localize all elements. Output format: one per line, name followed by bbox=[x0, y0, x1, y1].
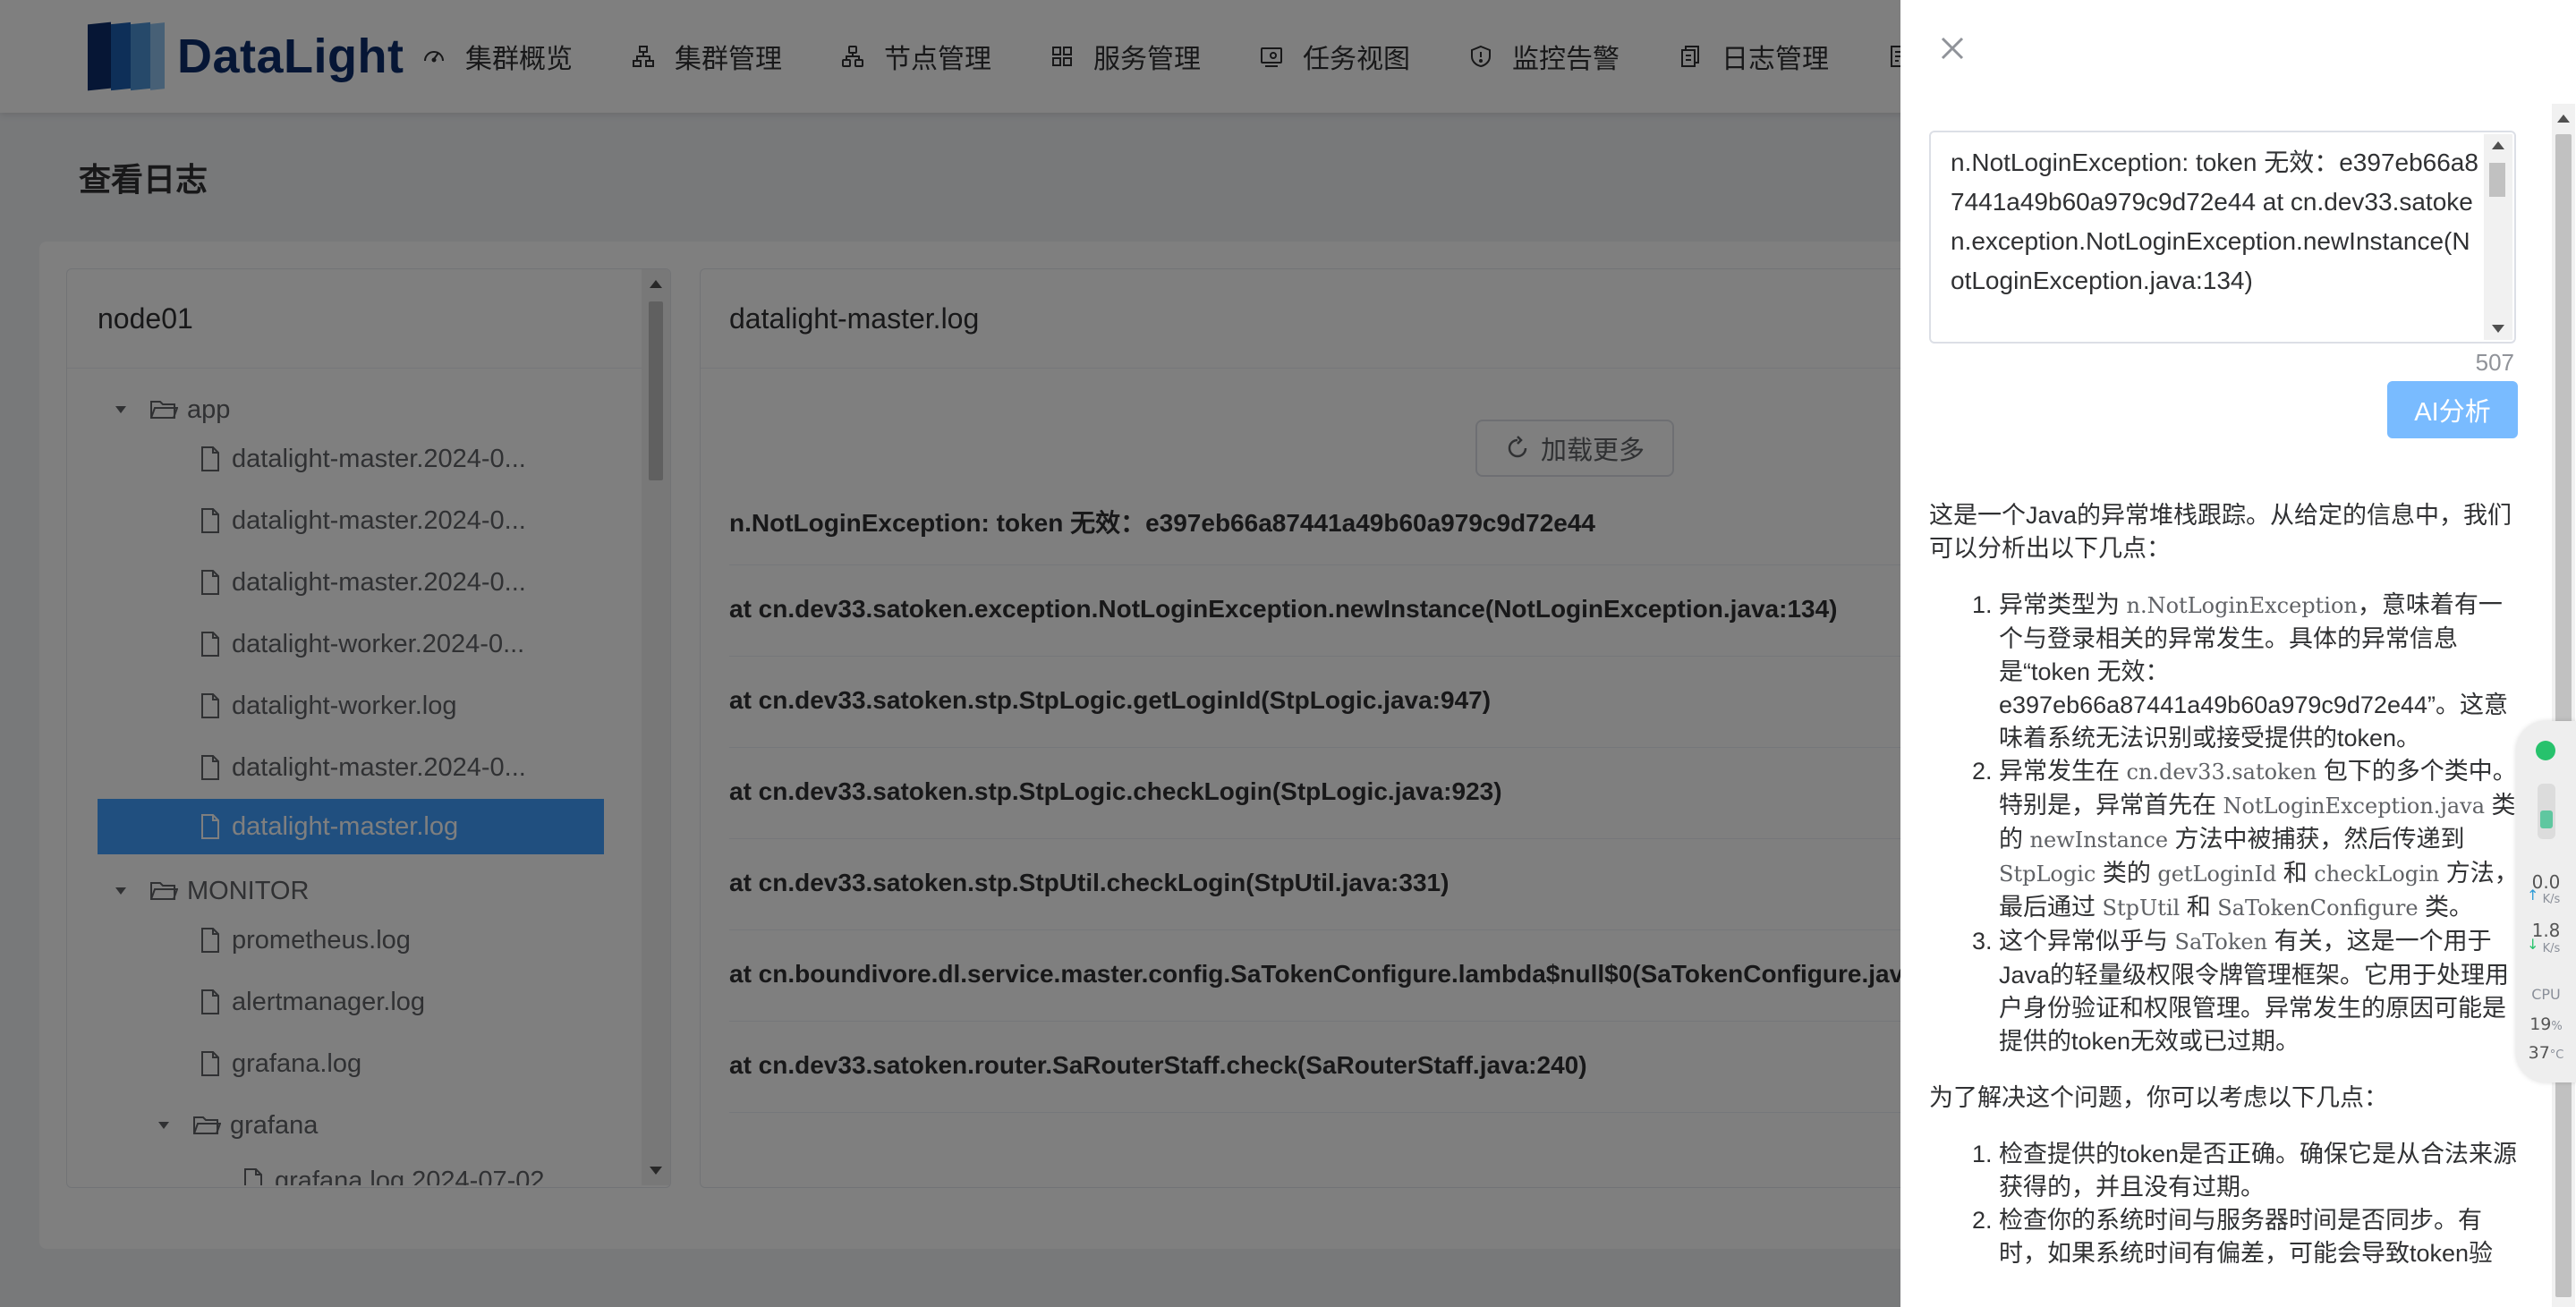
inline-code: newInstance bbox=[2029, 827, 2169, 853]
inline-code: SaToken bbox=[2174, 929, 2268, 955]
inline-code: checkLogin bbox=[2314, 861, 2440, 887]
inline-code: cn.dev33.satoken bbox=[2126, 760, 2317, 785]
upload-unit: K/s bbox=[2542, 893, 2561, 906]
inline-code: StpLogic bbox=[1999, 861, 2096, 887]
cpu-label: CPU bbox=[2531, 986, 2561, 1003]
textarea-scrollbar[interactable] bbox=[2484, 134, 2512, 340]
temp-unit: °C bbox=[2549, 1048, 2564, 1062]
upload-speed: 0.0 bbox=[2531, 871, 2561, 893]
modal-overlay[interactable] bbox=[0, 0, 1900, 1307]
log-input-textarea[interactable]: n.NotLoginException: token 无效：e397eb66a8… bbox=[1929, 131, 2516, 344]
inline-code: n.NotLoginException bbox=[2126, 593, 2358, 618]
cpu-value-number: 19 bbox=[2529, 1014, 2552, 1034]
solution-item: 检查你的系统时间与服务器时间是否同步。有时，如果系统时间有偏差，可能会导致tok… bbox=[1999, 1204, 2520, 1270]
answer-points: 异常类型为 n.NotLoginException，意味着有一个与登录相关的异常… bbox=[1929, 589, 2520, 1058]
textarea-value: n.NotLoginException: token 无效：e397eb66a8… bbox=[1951, 149, 2478, 294]
inline-code: StpUtil bbox=[2102, 895, 2181, 921]
answer-solution-intro: 为了解决这个问题，你可以考虑以下几点： bbox=[1929, 1084, 2388, 1111]
memory-bar-icon bbox=[2538, 784, 2555, 839]
char-count: 507 bbox=[2475, 349, 2514, 376]
answer-point: 异常发生在 cn.dev33.satoken 包下的多个类中。特别是，异常首先在… bbox=[1999, 755, 2520, 925]
inline-code: SaTokenConfigure bbox=[2217, 895, 2419, 921]
ai-answer: 这是一个Java的异常堆栈跟踪。从给定的信息中，我们可以分析出以下几点： 异常类… bbox=[1929, 499, 2520, 1294]
status-dot-icon bbox=[2536, 741, 2555, 760]
temp-value-number: 37 bbox=[2528, 1043, 2550, 1063]
cpu-value: 19% bbox=[2516, 1014, 2576, 1034]
download-unit: K/s bbox=[2542, 942, 2561, 955]
download-speed: 1.8 bbox=[2531, 920, 2561, 941]
inline-code: NotLoginException.java bbox=[2223, 794, 2486, 819]
answer-intro: 这是一个Java的异常堆栈跟踪。从给定的信息中，我们可以分析出以下几点： bbox=[1929, 502, 2512, 562]
answer-point: 这个异常似乎与 SaToken 有关，这是一个用于Java的轻量级权限令牌管理框… bbox=[1999, 925, 2520, 1058]
ai-analyze-button[interactable]: AI分析 bbox=[2387, 381, 2518, 438]
inline-code: getLoginId bbox=[2157, 861, 2277, 887]
answer-point: 异常类型为 n.NotLoginException，意味着有一个与登录相关的异常… bbox=[1999, 589, 2520, 755]
system-monitor-widget[interactable]: 0.0 ↑ K/s 1.8 ↓ K/s CPU 19% 37°C bbox=[2516, 721, 2576, 1082]
cpu-unit: % bbox=[2551, 1020, 2563, 1033]
temperature-value: 37°C bbox=[2516, 1043, 2576, 1063]
solution-item: 检查提供的token是否正确。确保它是从合法来源获得的，并且没有过期。 bbox=[1999, 1138, 2520, 1204]
answer-solutions: 检查提供的token是否正确。确保它是从合法来源获得的，并且没有过期。 检查你的… bbox=[1929, 1138, 2520, 1270]
drawer-scrollbar[interactable] bbox=[2552, 104, 2575, 1307]
close-icon[interactable] bbox=[1936, 32, 1968, 64]
ai-analysis-drawer: n.NotLoginException: token 无效：e397eb66a8… bbox=[1900, 0, 2576, 1307]
